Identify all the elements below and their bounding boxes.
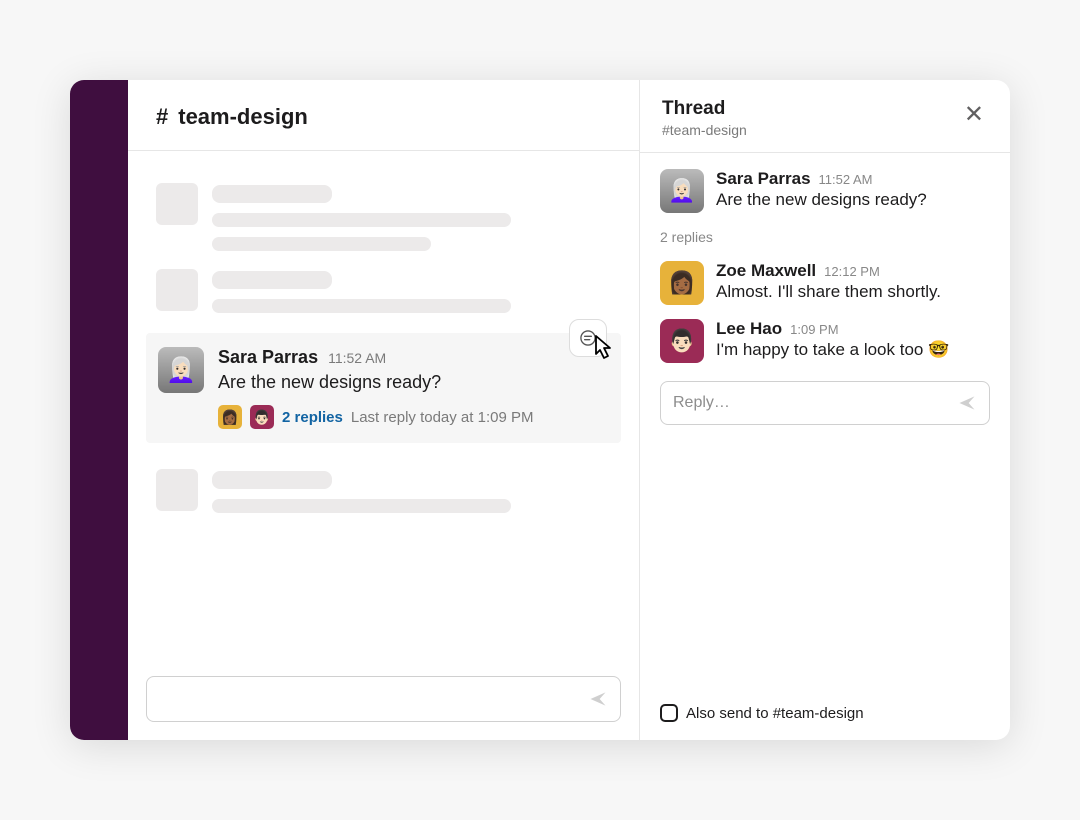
thread-message: 👨🏻 Lee Hao 1:09 PM I'm happy to take a l…	[660, 319, 990, 363]
message-timestamp: 1:09 PM	[790, 322, 838, 337]
also-send-checkbox[interactable]	[660, 704, 678, 722]
thread-message: 👩🏾 Zoe Maxwell 12:12 PM Almost. I'll sha…	[660, 261, 990, 305]
also-send-label: Also send to #team-design	[686, 705, 864, 722]
placeholder-message	[146, 465, 621, 517]
placeholder-line	[212, 471, 332, 489]
thread-reply-input[interactable]: Reply…	[660, 381, 990, 425]
reply-placeholder: Reply…	[673, 394, 730, 412]
placeholder-message	[146, 179, 621, 255]
message-timestamp: 11:52 AM	[328, 350, 386, 366]
channel-message-list: 👩🏻‍🦳 Sara Parras 11:52 AM Are the new de…	[128, 151, 639, 670]
placeholder-line	[212, 299, 511, 313]
avatar-lee: 👨🏻	[660, 319, 704, 363]
placeholder-avatar	[156, 469, 198, 511]
placeholder-line	[212, 271, 332, 289]
thread-header: Thread #team-design ✕	[640, 80, 1010, 153]
message-author: Lee Hao	[716, 319, 782, 339]
replies-count-link[interactable]: 2 replies	[282, 409, 343, 426]
reply-in-thread-button[interactable]	[569, 319, 607, 357]
channel-message-input[interactable]	[146, 676, 621, 722]
placeholder-line	[212, 185, 332, 203]
thread-panel: Thread #team-design ✕ 👩🏻‍🦳 Sara Parras 1…	[640, 80, 1010, 740]
message-author: Sara Parras	[716, 169, 811, 189]
channel-composer-row	[128, 670, 639, 740]
highlighted-message[interactable]: 👩🏻‍🦳 Sara Parras 11:52 AM Are the new de…	[146, 333, 621, 443]
channel-panel: # team-design	[128, 80, 640, 740]
reply-avatar-zoe: 👩🏾	[218, 405, 242, 429]
send-icon[interactable]	[957, 393, 977, 413]
message-timestamp: 11:52 AM	[819, 172, 873, 187]
thread-message-list: 👩🏻‍🦳 Sara Parras 11:52 AM Are the new de…	[640, 153, 1010, 692]
thread-message: 👩🏻‍🦳 Sara Parras 11:52 AM Are the new de…	[660, 169, 990, 213]
avatar-sara: 👩🏻‍🦳	[660, 169, 704, 213]
reply-thread-icon	[578, 328, 598, 348]
placeholder-line	[212, 499, 511, 513]
channel-header: # team-design	[128, 80, 639, 151]
placeholder-avatar	[156, 183, 198, 225]
workspace-sidebar-stripe	[70, 80, 128, 740]
also-send-row: Also send to #team-design	[640, 692, 1010, 740]
thread-summary[interactable]: 👩🏾 👨🏻 2 replies Last reply today at 1:09…	[218, 405, 609, 429]
thread-subtitle: #team-design	[662, 122, 960, 138]
message-text: Are the new designs ready?	[716, 189, 990, 212]
hash-icon: #	[156, 104, 168, 130]
reply-count-divider: 2 replies	[660, 227, 990, 247]
message-text: Are the new designs ready?	[218, 370, 609, 395]
close-thread-button[interactable]: ✕	[960, 98, 988, 131]
channel-name: team-design	[178, 104, 308, 130]
placeholder-line	[212, 213, 511, 227]
last-reply-label: Last reply today at 1:09 PM	[351, 409, 534, 426]
app-window: # team-design	[70, 80, 1010, 740]
message-text: I'm happy to take a look too 🤓	[716, 339, 990, 362]
message-author: Zoe Maxwell	[716, 261, 816, 281]
send-icon[interactable]	[588, 689, 608, 709]
thread-title: Thread	[662, 98, 960, 120]
message-text: Almost. I'll share them shortly.	[716, 281, 990, 304]
reply-avatar-lee: 👨🏻	[250, 405, 274, 429]
message-author: Sara Parras	[218, 347, 318, 368]
placeholder-message	[146, 265, 621, 317]
placeholder-line	[212, 237, 431, 251]
avatar-zoe: 👩🏾	[660, 261, 704, 305]
avatar-sara: 👩🏻‍🦳	[158, 347, 204, 393]
message-timestamp: 12:12 PM	[824, 264, 880, 279]
placeholder-avatar	[156, 269, 198, 311]
